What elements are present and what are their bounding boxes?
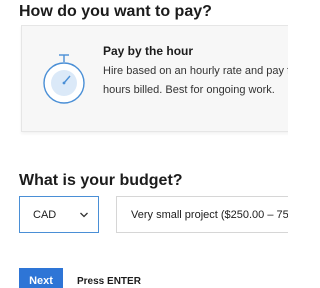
stopwatch-icon	[43, 54, 85, 104]
payment-form-page: How do you want to pay? Pay by the hour …	[0, 0, 288, 288]
budget-range-value: Very small project ($250.00 – 750.00 CAD…	[131, 209, 288, 221]
currency-select[interactable]: CAD	[19, 196, 99, 233]
press-enter-hint: Press ENTER	[77, 276, 141, 287]
pay-by-hour-option[interactable]: Pay by the hour Hire based on an hourly …	[21, 25, 288, 132]
currency-value: CAD	[33, 209, 57, 221]
budget-range-select[interactable]: Very small project ($250.00 – 750.00 CAD…	[116, 196, 288, 233]
chevron-down-icon	[80, 212, 88, 218]
option-description: Hire based on an hourly rate and pay for…	[103, 65, 288, 96]
option-text: Pay by the hour Hire based on an hourly …	[103, 44, 288, 100]
option-title: Pay by the hour	[103, 44, 194, 58]
budget-heading: What is your budget?	[19, 172, 183, 189]
next-button[interactable]: Next	[19, 268, 63, 288]
payment-heading: How do you want to pay?	[19, 3, 212, 20]
